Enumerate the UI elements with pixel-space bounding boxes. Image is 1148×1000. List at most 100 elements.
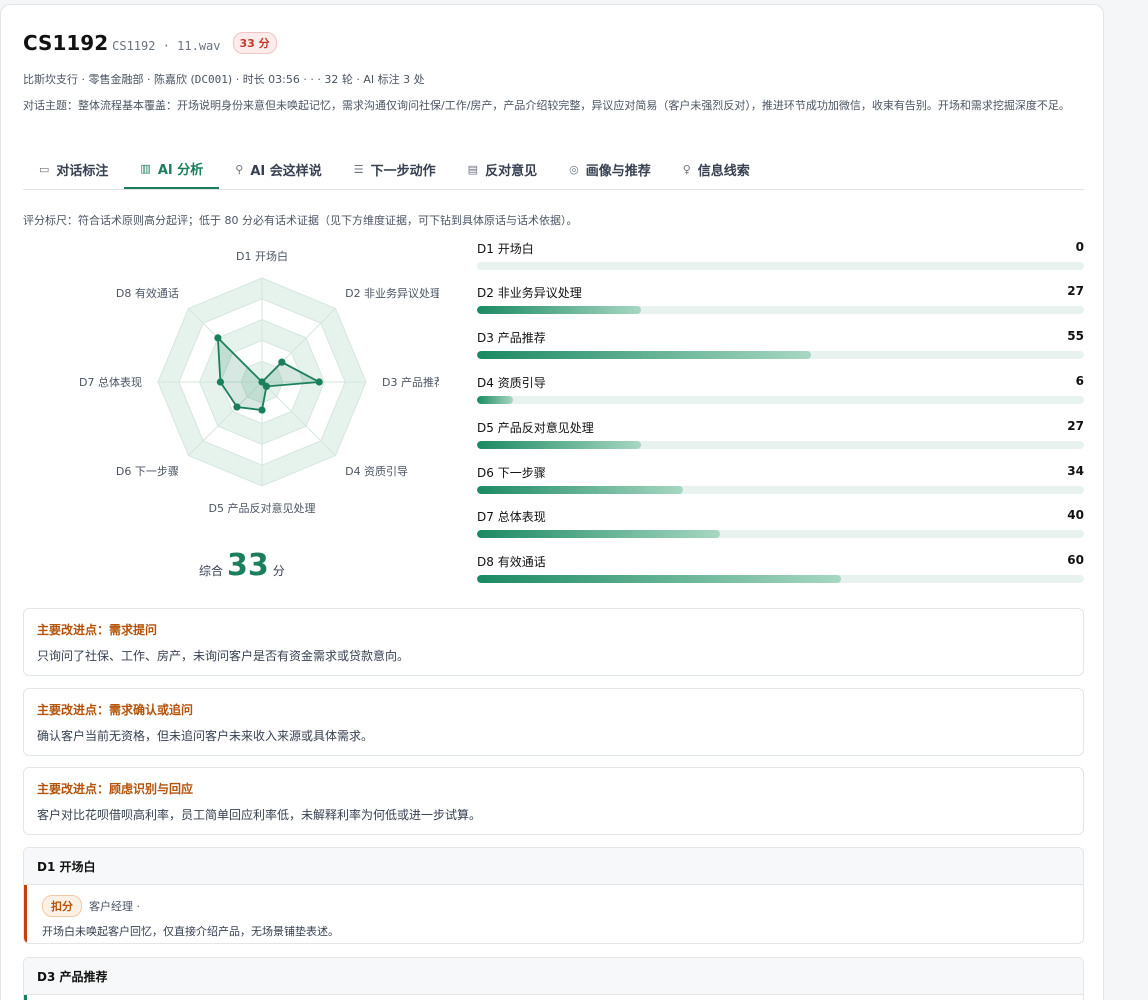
radar-axis-label: D1 开场白 [236, 249, 288, 263]
tab-ai-analysis[interactable]: ▥ AI 分析 [124, 149, 220, 189]
tab-objections[interactable]: ▤ 反对意见 [452, 149, 553, 189]
bar-fill [477, 306, 641, 314]
tab-label: 下一步动作 [370, 163, 436, 179]
improvement-note: 主要改进点：顾虑识别与回应 客户对比花呗借呗高利率，员工简单回应利率低，未解释利… [23, 767, 1084, 835]
bar-label: D3 产品推荐 [477, 331, 546, 345]
bar-value: 6 [1075, 374, 1084, 388]
bar-track [477, 441, 1084, 449]
evidence-item [24, 995, 1083, 1000]
speaker-label: 客户经理 · [89, 900, 140, 913]
radar-data-point [258, 406, 266, 414]
radar-axis-label: D8 有效通话 [116, 286, 179, 300]
call-analysis-card: CS1192 CS1192 · 11.wav 33 分 比斯坎支行 · 零售金融… [0, 4, 1104, 1000]
note-title: 主要改进点：需求确认或追问 [37, 703, 194, 717]
note-body: 只询问了社保、工作、房产，未询问客户是否有资金需求或贷款意向。 [37, 649, 410, 663]
tab-label: 对话标注 [56, 163, 109, 179]
bulb-icon: ♀ [682, 162, 691, 176]
bar-item: D1 开场白 0 [477, 240, 1084, 272]
radar-data-point [216, 378, 224, 386]
bar-track [477, 486, 1084, 494]
tab-ai-suggestion[interactable]: ⚲ AI 会这样说 [219, 149, 338, 189]
bar-fill [477, 486, 684, 494]
magic-icon: ⚲ [235, 162, 244, 176]
bar-track [477, 306, 1084, 314]
bar-fill [477, 575, 842, 583]
evidence-text: 开场白未唤起客户回忆，仅直接介绍产品，无场景铺垫表述。 [42, 925, 339, 938]
meta-suffix: ) · 时长 03:56 · · · 32 轮 · AI 标注 3 处 [227, 73, 425, 86]
radar-axis-label: D4 资质引导 [345, 464, 408, 478]
bar-label: D2 非业务异议处理 [477, 286, 582, 300]
chart-icon: ▥ [140, 161, 151, 175]
call-meta: 比斯坎支行 · 零售金融部 · 陈嘉欣 (DC001) · 时长 03:56 ·… [23, 71, 425, 87]
tab-dialog-annotation[interactable]: ▭ 对话标注 [23, 149, 124, 189]
employee-code: DC001 [194, 73, 228, 86]
tab-label: AI 会这样说 [250, 163, 322, 179]
radar-axis-label: D5 产品反对意见处理 [209, 501, 316, 513]
radar-chart: D1 开场白 D2 非业务异议处理 D3 产品推荐 D4 资质引导 D5 产品反对意见处… [79, 249, 439, 513]
total-label: 综合 [199, 564, 224, 578]
note-body: 确认客户当前无资格，但未追问客户未来收入来源或具体需求。 [37, 729, 374, 743]
total-score: 综合 33 分 [199, 548, 285, 583]
bar-value: 27 [1067, 419, 1084, 433]
radar-data-point [262, 382, 271, 391]
dimension-title: D1 开场白 [24, 848, 1083, 885]
bar-track [477, 351, 1084, 359]
note-title: 主要改进点：需求提问 [37, 623, 158, 637]
dimension-evidence-d3[interactable]: D3 产品推荐 [23, 957, 1084, 1000]
total-value: 33 [227, 548, 269, 583]
improvement-note: 主要改进点：需求提问 只询问了社保、工作、房产，未询问客户是否有资金需求或贷款意… [23, 608, 1084, 676]
call-topic: 对话主题：整体流程基本覆盖：开场说明身份来意但未唤起记忆，需求沟通仅询问社保/工… [23, 99, 1070, 112]
bar-track [477, 262, 1084, 270]
note-body: 客户对比花呗借呗高利率，员工简单回应利率低，未解释利率为何低或进一步试算。 [37, 808, 482, 822]
bar-item: D7 总体表现 40 [477, 508, 1084, 540]
score-badge: 33 分 [232, 32, 277, 54]
chat-icon: ▭ [39, 162, 50, 176]
total-unit: 分 [272, 564, 285, 578]
bar-track [477, 396, 1084, 404]
bar-fill [477, 530, 720, 538]
radar-data-point [278, 358, 286, 366]
bar-track [477, 530, 1084, 538]
radar-data-point [315, 378, 323, 386]
note-title: 主要改进点：顾虑识别与回应 [37, 782, 194, 796]
evidence-item: 扣分 客户经理 · 开场白未唤起客户回忆，仅直接介绍产品，无场景铺垫表述。 [24, 885, 1083, 943]
meta-prefix: 比斯坎支行 · 零售金融部 · 陈嘉欣 ( [23, 73, 195, 86]
bar-value: 40 [1067, 508, 1084, 522]
bar-label: D8 有效通话 [477, 555, 546, 569]
tab-clues[interactable]: ♀ 信息线索 [667, 149, 766, 189]
bar-item: D2 非业务异议处理 27 [477, 284, 1084, 316]
bar-track [477, 575, 1084, 583]
dimension-title: D3 产品推荐 [24, 958, 1083, 995]
bar-value: 34 [1067, 464, 1084, 478]
dimension-evidence-d1[interactable]: D1 开场白 扣分 客户经理 · 开场白未唤起客户回忆，仅直接介绍产品，无场景铺… [23, 847, 1084, 944]
radar-axis-label: D2 非业务异议处理 [345, 287, 439, 300]
checklist-icon: ☰ [353, 162, 364, 176]
bar-item: D5 产品反对意见处理 27 [477, 419, 1084, 451]
bar-value: 27 [1067, 284, 1084, 298]
tab-label: 反对意见 [485, 163, 538, 179]
bar-label: D5 产品反对意见处理 [477, 421, 594, 435]
bar-item: D4 资质引导 6 [477, 374, 1084, 406]
title-row: CS1192 CS1192 · 11.wav 33 分 [23, 31, 277, 57]
bar-label: D1 开场白 [477, 242, 534, 256]
radar-axis-label: D3 产品推荐 [382, 375, 439, 389]
tab-profile[interactable]: ◎ 画像与推荐 [553, 149, 667, 189]
tab-next-steps[interactable]: ☰ 下一步动作 [338, 149, 452, 189]
scoring-rubric: 评分标尺：符合话术原则高分起评；低于 80 分必有话术证据（见下方维度证据，可下… [23, 214, 578, 227]
bar-value: 60 [1067, 553, 1084, 567]
page-scrollbar[interactable] [1136, 0, 1148, 1000]
bar-value: 0 [1075, 240, 1084, 254]
deduct-badge: 扣分 [42, 895, 82, 917]
bar-fill [477, 396, 514, 404]
comment-icon: ▤ [467, 162, 479, 176]
target-icon: ◎ [569, 162, 579, 176]
bar-item: D6 下一步骤 34 [477, 464, 1084, 496]
bar-item: D8 有效通话 60 [477, 553, 1084, 585]
bar-fill [477, 441, 641, 449]
bar-label: D7 总体表现 [477, 510, 546, 524]
tab-bar: ▭ 对话标注 ▥ AI 分析 ⚲ AI 会这样说 ☰ 下一步动作 ▤ 反对意见 ◎ 画像与推… [23, 149, 1084, 190]
bar-fill [477, 351, 811, 359]
call-title: CS1192 [23, 31, 109, 55]
tab-label: 画像与推荐 [585, 163, 651, 179]
radar-axis-label: D6 下一步骤 [116, 465, 179, 478]
